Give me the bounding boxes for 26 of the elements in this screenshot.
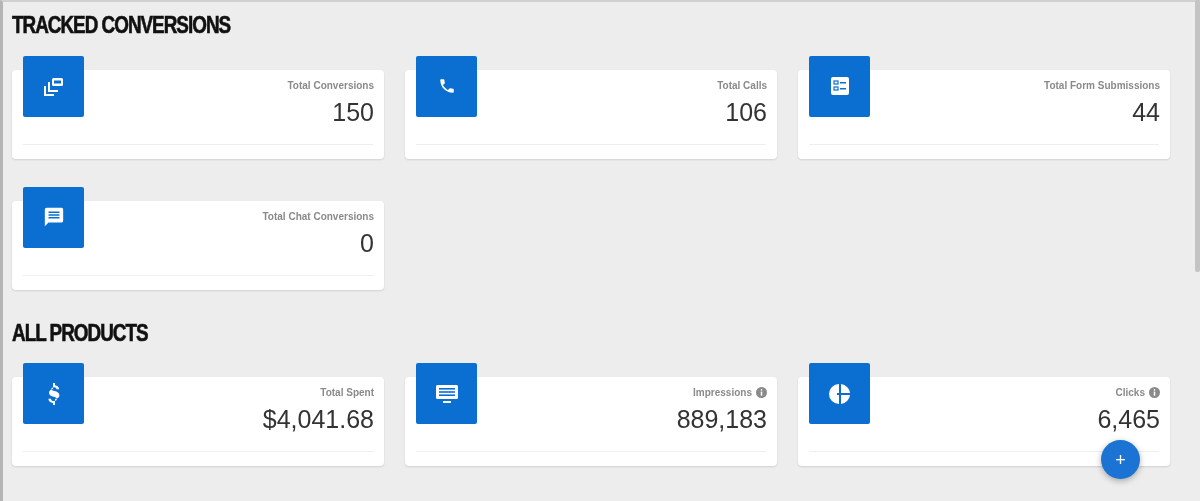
stat-label: Total Form Submissions [1044,78,1160,93]
section-title: TRACKED CONVERSIONS [12,12,231,40]
scrollbar-thumb[interactable] [1195,0,1200,272]
stat-label: Impressions [693,386,752,401]
list-icon [830,77,849,96]
stack-icon [43,78,63,97]
stat-label: Total Chat Conversions [262,209,374,224]
stat-value: 0 [359,227,374,258]
monitor-icon [435,384,458,403]
stat-label: Total Conversions [287,78,374,93]
section-title: ALL PRODUCTS [12,319,148,348]
stat-label: Total Calls [717,78,767,93]
info-icon[interactable] [756,387,767,399]
info-icon[interactable] [1149,387,1160,399]
pie-icon [828,383,850,404]
stat-value: $4,041.68 [261,404,374,435]
stat-label: Total Spent [320,386,374,401]
stat-value: 44 [1131,96,1160,127]
phone-icon [439,79,454,93]
chat-icon [44,207,63,227]
stat-value: 6,465 [1096,404,1160,435]
stat-value: 889,183 [675,404,767,435]
stat-label: Clicks [1115,386,1145,401]
stat-value: 150 [331,96,374,127]
dollar-icon [47,382,59,405]
stat-value: 106 [724,96,767,127]
